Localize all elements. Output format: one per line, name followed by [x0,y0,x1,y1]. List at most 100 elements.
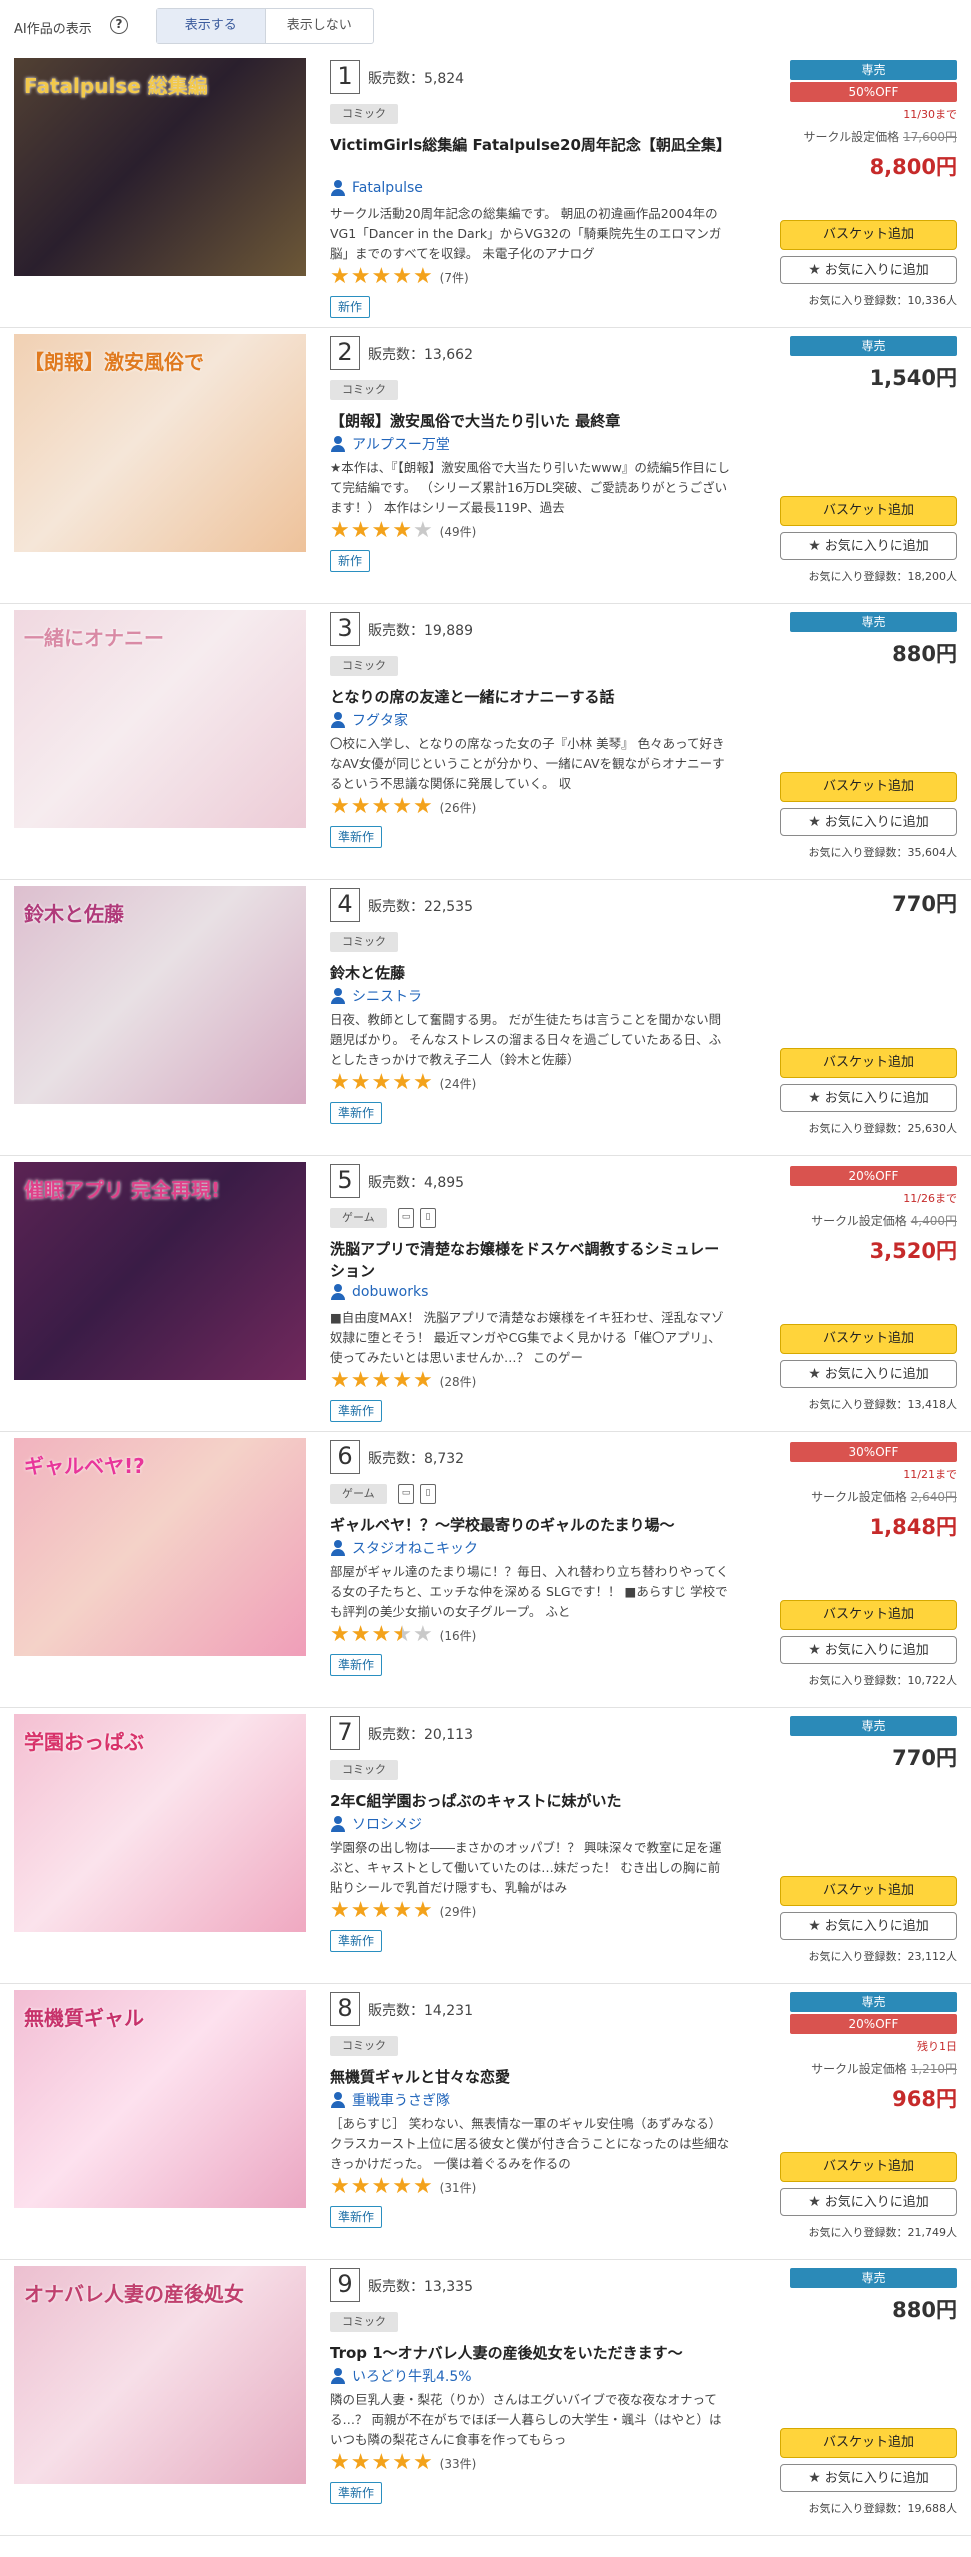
circle-link[interactable]: スタジオねこキック [330,1538,478,1558]
add-to-favorites-button[interactable]: ★ お気に入りに追加 [780,256,957,284]
add-to-favorites-button[interactable]: ★ お気に入りに追加 [780,2188,957,2216]
product-title[interactable]: 2年C組学園おっぱぶのキャストに妹がいた [330,1790,730,1812]
category-badge[interactable]: ゲーム [330,1484,387,1504]
category-badge[interactable]: コミック [330,2312,398,2332]
ai-show-button[interactable]: 表示する [157,9,266,43]
add-to-favorites-button[interactable]: ★ お気に入りに追加 [780,808,957,836]
star-icon: ★ [330,264,350,289]
favorite-label: お気に入りに追加 [824,815,929,830]
star-icon: ★ [330,518,350,543]
ai-hide-button[interactable]: 表示しない [266,9,374,43]
product-description: 部屋がギャル達のたまり場に！？毎日、入れ替わり立ち替わりやってくる女の子たちと、… [330,1564,729,1619]
product-thumbnail[interactable]: 鈴木と佐藤 [14,886,306,1104]
add-to-basket-button[interactable]: バスケット追加 [780,772,957,802]
sales-label: 販売数： [368,2279,424,2295]
product-title[interactable]: 洗脳アプリで清楚なお嬢様をドスケベ調教するシミュレーション [330,1238,730,1282]
category-badge[interactable]: コミック [330,1760,398,1780]
review-count[interactable]: (28件) [440,1373,477,1390]
add-to-favorites-button[interactable]: ★ お気に入りに追加 [780,1636,957,1664]
category-badge[interactable]: コミック [330,932,398,952]
add-to-basket-button[interactable]: バスケット追加 [780,1048,957,1078]
discount-badge: 20%OFF [790,1166,957,1186]
price-panel: 専売 770円 [790,1716,957,1772]
add-to-basket-button[interactable]: バスケット追加 [780,1324,957,1354]
favorite-count: お気に入り登録数：23,112人 [780,1948,958,1964]
circle-icon [330,1540,346,1556]
review-count[interactable]: (31件) [440,2179,477,2196]
circle-link[interactable]: Fatalpulse [330,180,423,196]
circle-link[interactable]: dobuworks [330,1284,428,1300]
circle-name: スタジオねこキック [352,1541,478,1557]
product-title[interactable]: 【朗報】激安風俗で大当たり引いた 最終章 [330,410,730,432]
add-to-favorites-button[interactable]: ★ お気に入りに追加 [780,532,957,560]
category-badge[interactable]: ゲーム [330,1208,387,1228]
star-icon: ★ [330,1898,350,1923]
add-to-favorites-button[interactable]: ★ お気に入りに追加 [780,1912,957,1940]
sales-label: 販売数： [368,1175,424,1191]
release-tag: 準新作 [330,1102,383,1124]
product-thumbnail[interactable]: 無機質ギャル [14,1990,306,2208]
circle-link[interactable]: アルプスー万堂 [330,434,450,454]
add-to-favorites-button[interactable]: ★ お気に入りに追加 [780,1084,957,1112]
product-thumbnail[interactable]: オナバレ人妻の産後処女 [14,2266,306,2484]
star-icon: ★ [371,518,392,543]
category-badge[interactable]: コミック [330,380,398,400]
add-to-basket-button[interactable]: バスケット追加 [780,2428,957,2458]
product-title[interactable]: となりの席の友達と一緒にオナニーする話 [330,686,730,708]
star-icon: ★ [371,264,392,289]
review-count[interactable]: (26件) [440,799,477,816]
favorite-label: お気に入りに追加 [824,1367,929,1382]
help-icon[interactable]: ? [110,16,128,34]
add-to-favorites-button[interactable]: ★ お気に入りに追加 [780,2464,957,2492]
review-count[interactable]: (49件) [440,523,477,540]
review-count[interactable]: (7件) [440,269,469,286]
star-icon: ★ [392,1622,412,1647]
star-icon: ★ [371,1368,392,1393]
product-thumbnail[interactable]: Fatalpulse 総集編 [14,58,306,276]
category-badge[interactable]: コミック [330,104,398,124]
circle-link[interactable]: ソロシメジ [330,1814,422,1834]
review-count[interactable]: (29件) [440,1903,477,1920]
circle-link[interactable]: 重戦車うさぎ隊 [330,2090,450,2110]
product-thumbnail[interactable]: 学園おっぱぶ [14,1714,306,1932]
product-title[interactable]: VictimGirls総集編 Fatalpulse20周年記念【朝凪全集】 [330,134,731,156]
product-thumbnail[interactable]: 一緒にオナニー [14,610,306,828]
add-to-basket-button[interactable]: バスケット追加 [780,2152,957,2182]
favorite-count: お気に入り登録数：10,336人 [780,292,958,308]
favorite-label: お気に入りに追加 [824,1919,929,1934]
circle-link[interactable]: いろどり牛乳4.5% [330,2366,472,2386]
add-to-favorites-button[interactable]: ★ お気に入りに追加 [780,1360,957,1388]
original-price: サークル設定価格 4,400円 [790,1212,957,1229]
add-to-basket-button[interactable]: バスケット追加 [780,496,957,526]
favorite-count: お気に入り登録数：21,749人 [780,2224,958,2240]
circle-name: dobuworks [352,1284,429,1300]
star-icon: ★ [330,794,350,819]
price-panel: 専売 1,540円 [790,336,957,392]
rank-number: 6 [330,1440,360,1474]
add-to-basket-button[interactable]: バスケット追加 [780,1600,957,1630]
circle-name: シニストラ [352,989,422,1005]
category-badge[interactable]: コミック [330,2036,398,2056]
review-count[interactable]: (16件) [440,1627,477,1644]
thumbnail-title: 一緒にオナニー [24,626,164,650]
product-title[interactable]: ギャルベヤ！？～学校最寄りのギャルのたまり場～ [330,1514,730,1536]
review-count[interactable]: (33件) [440,2455,477,2472]
ranking-item: オナバレ人妻の産後処女 9 販売数：13,335 コミック Trop 1～オナバレ人妻の… [0,2260,971,2536]
category-badge[interactable]: コミック [330,656,398,676]
review-count[interactable]: (24件) [440,1075,477,1092]
product-thumbnail[interactable]: 【朗報】激安風俗で [14,334,306,552]
product-thumbnail[interactable]: 催眠アプリ 完全再現! [14,1162,306,1380]
product-title[interactable]: 無機質ギャルと甘々な恋愛 [330,2066,730,2088]
circle-name: Fatalpulse [352,180,423,196]
circle-link[interactable]: シニストラ [330,986,422,1006]
product-thumbnail[interactable]: ギャルベヤ!? [14,1438,306,1656]
ranking-item: 一緒にオナニー 3 販売数：19,889 コミック となりの席の友達と一緒にオナニーする… [0,604,971,880]
add-to-basket-button[interactable]: バスケット追加 [780,220,957,250]
star-icon: ★ [330,2174,350,2199]
product-title[interactable]: 鈴木と佐藤 [330,962,730,984]
exclusive-badge: 専売 [790,2268,957,2288]
add-to-basket-button[interactable]: バスケット追加 [780,1876,957,1906]
circle-link[interactable]: フグタ家 [330,710,408,730]
favorite-label: お気に入りに追加 [824,539,929,554]
product-title[interactable]: Trop 1～オナバレ人妻の産後処女をいただきます～ [330,2342,730,2364]
